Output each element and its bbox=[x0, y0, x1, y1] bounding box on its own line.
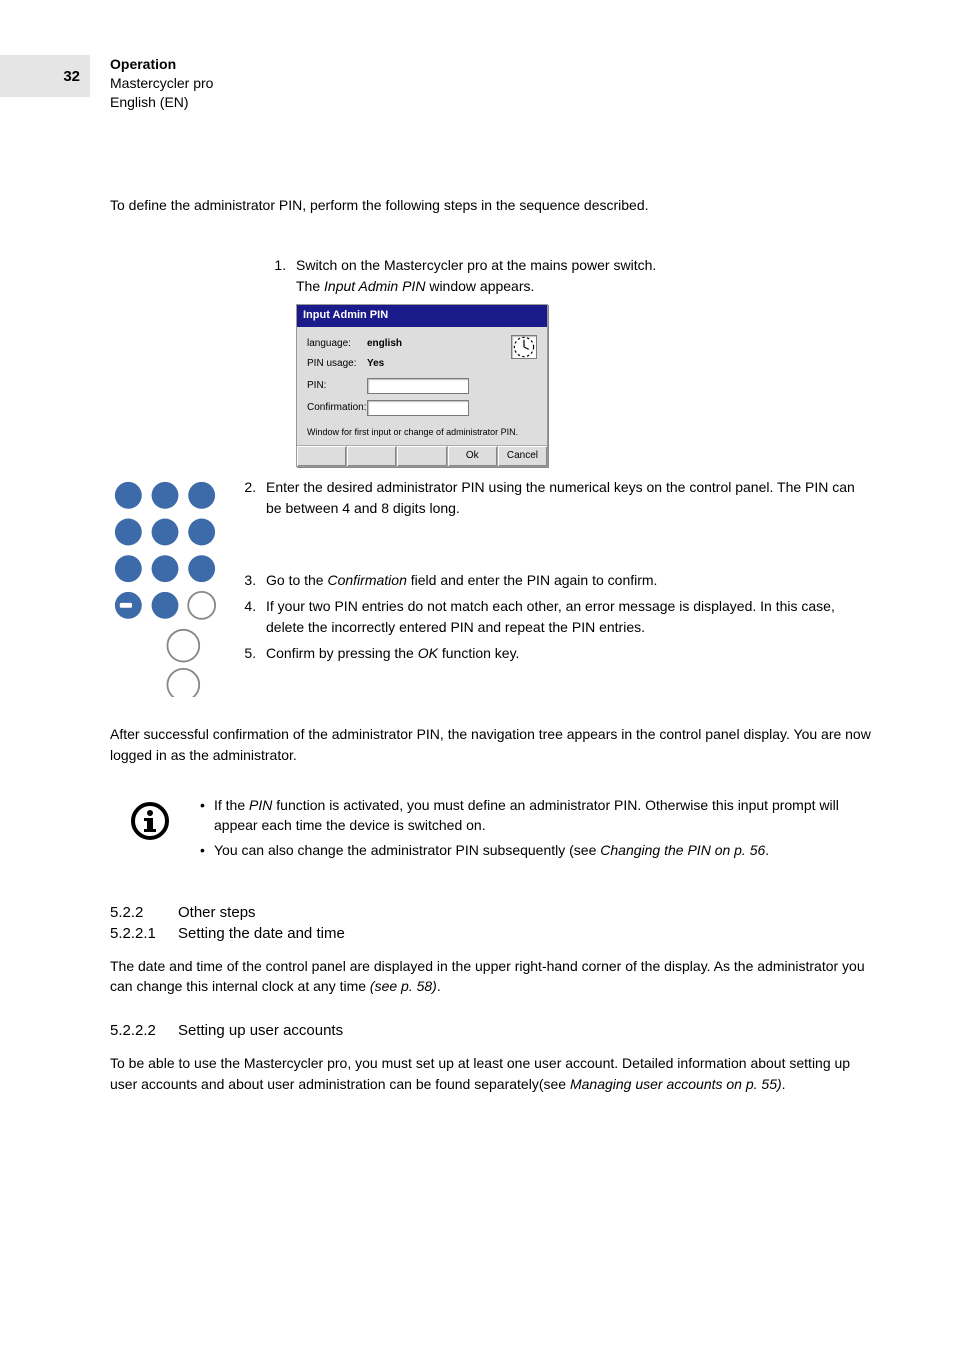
section-5-2-2-1-heading: 5.2.2.1 Setting the date and time bbox=[110, 925, 874, 942]
input-admin-pin-dialog: Input Admin PIN language: english PIN us… bbox=[296, 304, 548, 467]
section-5-2-2-2-body: To be able to use the Mastercycler pro, … bbox=[110, 1053, 874, 1094]
header-product: Mastercycler pro bbox=[110, 75, 213, 91]
time-icon bbox=[511, 335, 537, 359]
confirmation-input[interactable] bbox=[367, 400, 469, 416]
page-header: Operation Mastercycler pro English (EN) bbox=[110, 55, 213, 112]
page-number-tab: 32 bbox=[0, 55, 90, 97]
step-2: Enter the desired administrator PIN usin… bbox=[260, 477, 874, 518]
header-chapter: Operation bbox=[110, 56, 176, 72]
step-1: Switch on the Mastercycler pro at the ma… bbox=[290, 255, 874, 467]
dialog-blank-btn-1[interactable] bbox=[297, 446, 347, 467]
step-3: Go to the Confirmation field and enter t… bbox=[260, 570, 874, 590]
section-5-2-2-1-body: The date and time of the control panel a… bbox=[110, 956, 874, 997]
step-5: Confirm by pressing the OK function key. bbox=[260, 643, 874, 663]
section-5-2-2-heading: 5.2.2 Other steps bbox=[110, 904, 874, 921]
intro-text: To define the administrator PIN, perform… bbox=[110, 195, 874, 215]
info-item-1: If the PIN function is activated, you mu… bbox=[200, 795, 874, 836]
info-item-2: You can also change the administrator PI… bbox=[200, 840, 874, 860]
after-confirmation-text: After successful confirmation of the adm… bbox=[110, 724, 874, 765]
pin-input[interactable] bbox=[367, 378, 469, 394]
header-language: English (EN) bbox=[110, 94, 189, 110]
dialog-ok-btn[interactable]: Ok bbox=[448, 446, 498, 467]
section-5-2-2-2-heading: 5.2.2.2 Setting up user accounts bbox=[110, 1022, 874, 1039]
info-icon bbox=[130, 801, 170, 844]
dialog-blank-btn-3[interactable] bbox=[397, 446, 447, 467]
dialog-cancel-btn[interactable]: Cancel bbox=[498, 446, 547, 467]
step-4: If your two PIN entries do not match eac… bbox=[260, 596, 874, 637]
page-number: 32 bbox=[63, 68, 80, 85]
dialog-blank-btn-2[interactable] bbox=[347, 446, 397, 467]
numeric-keypad-illustration bbox=[110, 477, 220, 700]
info-note: If the PIN function is activated, you mu… bbox=[110, 795, 874, 864]
dialog-title: Input Admin PIN bbox=[297, 305, 547, 327]
